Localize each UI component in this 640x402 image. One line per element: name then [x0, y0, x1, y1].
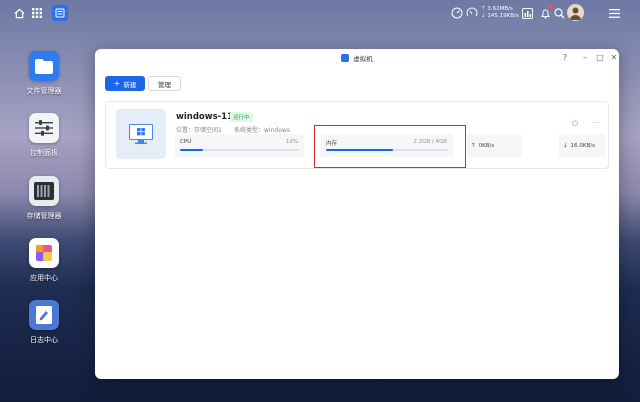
app-switch-icon[interactable]: [52, 5, 68, 21]
new-vm-button[interactable]: + 新建: [105, 76, 145, 91]
minimize-button[interactable]: –: [580, 53, 590, 63]
upload-stat: ↑ 0KB/s: [467, 134, 522, 157]
cpu-value: 19%: [285, 139, 298, 145]
os-label: 系统类型：: [234, 127, 265, 134]
windows-monitor-icon: [116, 109, 166, 159]
plus-icon: +: [113, 79, 121, 88]
vm-window: 虚拟机 ? – □ ✕ + 新建 管理 windows-11 运行中 位置：存储…: [95, 49, 619, 379]
window-title-bar[interactable]: 虚拟机: [95, 49, 619, 67]
folder-icon: [29, 51, 59, 81]
window-title: 虚拟机: [353, 55, 373, 63]
power-icon[interactable]: ⏻: [570, 119, 580, 129]
maximize-button[interactable]: □: [595, 53, 605, 63]
download-speed: ⇣ 145.19KB/s: [481, 13, 519, 19]
cpu-label: CPU: [180, 139, 192, 145]
desktop-icon-label: 应用中心: [30, 274, 58, 282]
upload-value: 0KB/s: [478, 142, 495, 149]
memory-track: [326, 149, 448, 151]
network-speed: ⇡ 3.62MB/s ⇣ 145.19KB/s: [481, 6, 519, 20]
desktop-icon-label: 存储管理器: [26, 212, 62, 220]
manage-button[interactable]: 管理: [148, 76, 181, 91]
app-center-icon: [29, 238, 59, 268]
vm-app-icon: [341, 54, 350, 62]
apps-grid-icon[interactable]: [29, 5, 45, 21]
cpu-stat: CPU 19%: [175, 134, 304, 157]
new-button-label: 新建: [123, 80, 137, 89]
download-value: 16.0KB/s: [570, 142, 595, 149]
desktop-icon-label: 控制面板: [30, 149, 58, 157]
vm-name: windows-11: [176, 112, 234, 122]
upload-speed: ⇡ 3.62MB/s: [481, 6, 513, 12]
location-value: 存储空间1: [194, 127, 222, 134]
log-icon: [29, 300, 59, 330]
memory-label: 内存: [326, 141, 338, 147]
os-value: windows: [264, 127, 290, 134]
avatar[interactable]: [567, 4, 584, 21]
speed-gauge-icon[interactable]: [464, 5, 480, 21]
top-bar: ⇡ 3.62MB/s ⇣ 145.19KB/s: [0, 0, 640, 26]
dashboard-icon[interactable]: [519, 5, 535, 21]
more-icon[interactable]: ···: [591, 119, 601, 127]
desktop-icon-log-center[interactable]: 日志中心: [9, 300, 79, 345]
upload-arrow-icon: ↑: [471, 142, 476, 149]
download-stat: ↓ 16.0KB/s: [559, 134, 605, 157]
speed-gauge-icon[interactable]: [449, 5, 465, 21]
desktop-icon-app-center[interactable]: 应用中心: [9, 238, 79, 283]
vm-location: 位置：存储空间1: [176, 125, 222, 134]
location-label: 位置：: [176, 127, 195, 134]
desktop-icon-label: 文件管理器: [26, 87, 62, 95]
status-badge: 运行中: [230, 112, 253, 122]
vm-os-type: 系统类型：windows: [234, 125, 290, 134]
download-arrow-icon: ↓: [563, 142, 568, 149]
cpu-track: [180, 149, 299, 151]
memory-usage-bar: [326, 149, 394, 151]
memory-value: 2.2GB / 4GB: [413, 139, 447, 145]
desktop-icon-control-panel[interactable]: 控制面板: [9, 113, 79, 158]
cpu-usage-bar: [180, 149, 203, 151]
desktop-icon-label: 日志中心: [30, 336, 58, 344]
desktop-icon-file-manager[interactable]: 文件管理器: [9, 51, 79, 96]
sliders-icon: [29, 113, 59, 143]
storage-icon: [29, 176, 59, 206]
search-icon[interactable]: [551, 5, 567, 21]
help-button[interactable]: ?: [560, 53, 570, 63]
memory-stat: 内存 2.2GB / 4GB: [321, 134, 453, 157]
home-icon[interactable]: [11, 5, 27, 21]
menu-icon[interactable]: [606, 5, 622, 21]
desktop-icon-storage-manager[interactable]: 存储管理器: [9, 176, 79, 221]
close-button[interactable]: ✕: [609, 53, 619, 63]
